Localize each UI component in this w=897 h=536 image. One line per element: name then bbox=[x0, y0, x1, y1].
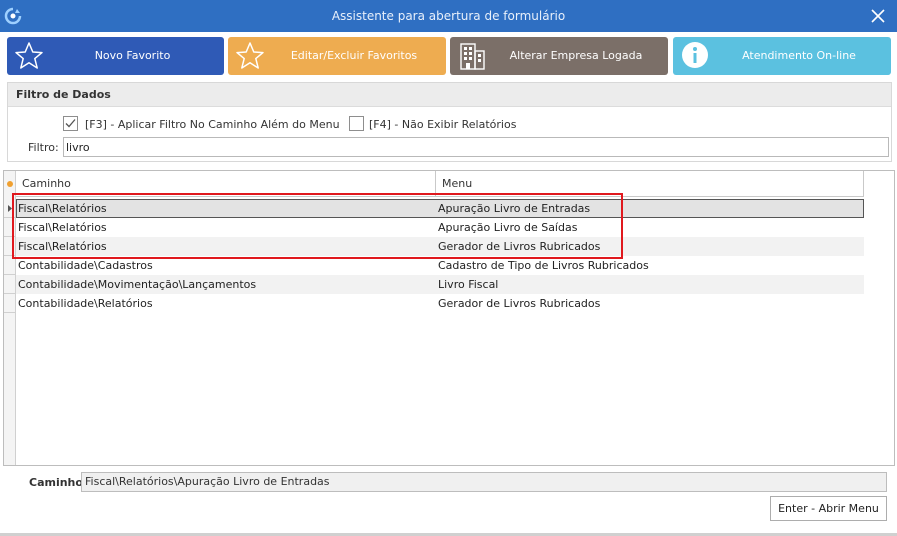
cell-path: Contabilidade\Relatórios bbox=[18, 297, 153, 310]
row-indicator[interactable] bbox=[4, 199, 16, 218]
table-row[interactable]: Fiscal\Relatórios Gerador de Livros Rubr… bbox=[16, 237, 864, 256]
cell-menu: Cadastro de Tipo de Livros Rubricados bbox=[438, 259, 649, 272]
form-assistant-window: Assistente para abertura de formulário N… bbox=[0, 0, 897, 536]
table-row[interactable]: Fiscal\Relatórios Apuração Livro de Saíd… bbox=[16, 218, 864, 237]
cell-menu: Apuração Livro de Saídas bbox=[438, 221, 578, 234]
close-icon[interactable] bbox=[867, 5, 889, 27]
cell-menu: Livro Fiscal bbox=[438, 278, 499, 291]
current-row-arrow-icon bbox=[8, 205, 12, 212]
edit-favorites-button[interactable]: Editar/Excluir Favoritos bbox=[228, 37, 446, 75]
f4-hide-reports-label: [F4] - Não Exibir Relatórios bbox=[369, 118, 517, 131]
cell-menu: Apuração Livro de Entradas bbox=[438, 202, 591, 215]
column-divider bbox=[863, 171, 864, 197]
building-icon bbox=[460, 43, 485, 70]
f3-filter-checkbox[interactable] bbox=[63, 116, 78, 131]
table-row[interactable]: Contabilidade\Movimentação\Lançamentos L… bbox=[16, 275, 864, 294]
new-favorite-button[interactable]: Novo Favorito bbox=[7, 37, 224, 75]
cell-menu: Gerador de Livros Rubricados bbox=[438, 297, 601, 310]
open-menu-button[interactable]: Enter - Abrir Menu bbox=[770, 496, 887, 521]
table-row[interactable]: Contabilidade\Cadastros Cadastro de Tipo… bbox=[16, 256, 864, 275]
info-icon bbox=[682, 42, 708, 68]
window-title: Assistente para abertura de formulário bbox=[331, 9, 566, 23]
cell-path: Fiscal\Relatórios bbox=[18, 221, 107, 234]
cell-path: Fiscal\Relatórios bbox=[18, 202, 107, 215]
f3-filter-label: [F3] - Aplicar Filtro No Caminho Além do… bbox=[85, 118, 340, 131]
star-outline-icon bbox=[236, 42, 264, 69]
table-row[interactable]: Contabilidade\Relatórios Gerador de Livr… bbox=[16, 294, 864, 313]
change-company-button[interactable]: Alterar Empresa Logada bbox=[450, 37, 668, 75]
column-header-menu[interactable]: Menu bbox=[436, 171, 863, 197]
grid-header: Caminho Menu bbox=[16, 171, 864, 197]
table-row[interactable]: Fiscal\Relatórios Apuração Livro de Entr… bbox=[16, 199, 864, 218]
cell-menu: Gerador de Livros Rubricados bbox=[438, 240, 601, 253]
filter-panel-title: Filtro de Dados bbox=[8, 83, 891, 107]
path-display: Fiscal\Relatórios\Apuração Livro de Entr… bbox=[81, 472, 887, 492]
cell-path: Contabilidade\Cadastros bbox=[18, 259, 153, 272]
title-bar: Assistente para abertura de formulário bbox=[0, 0, 897, 32]
filter-panel: Filtro de Dados [F3] - Aplicar Filtro No… bbox=[7, 82, 892, 162]
row-indicator[interactable] bbox=[4, 256, 16, 275]
row-indicator[interactable] bbox=[4, 294, 16, 313]
path-label: Caminho: bbox=[29, 476, 88, 489]
results-grid: Caminho Menu Fiscal\Relatórios Apuração … bbox=[3, 170, 895, 466]
row-indicator[interactable] bbox=[4, 275, 16, 294]
star-outline-icon bbox=[15, 42, 43, 69]
online-support-label: Atendimento On-line bbox=[742, 49, 856, 62]
filter-input[interactable] bbox=[63, 137, 889, 157]
row-indicator[interactable] bbox=[4, 218, 16, 237]
row-indicator[interactable] bbox=[4, 237, 16, 256]
filter-label: Filtro: bbox=[28, 141, 59, 154]
f4-hide-reports-checkbox[interactable] bbox=[349, 116, 364, 131]
change-company-label: Alterar Empresa Logada bbox=[509, 49, 643, 62]
checkmark-icon bbox=[65, 119, 76, 128]
column-header-path[interactable]: Caminho bbox=[16, 171, 435, 197]
edit-favorites-label: Editar/Excluir Favoritos bbox=[290, 49, 418, 62]
online-support-button[interactable]: Atendimento On-line bbox=[673, 37, 891, 75]
new-row-indicator-icon bbox=[7, 181, 13, 187]
new-favorite-label: Novo Favorito bbox=[94, 49, 171, 62]
cell-path: Fiscal\Relatórios bbox=[18, 240, 107, 253]
cell-path: Contabilidade\Movimentação\Lançamentos bbox=[18, 278, 257, 291]
